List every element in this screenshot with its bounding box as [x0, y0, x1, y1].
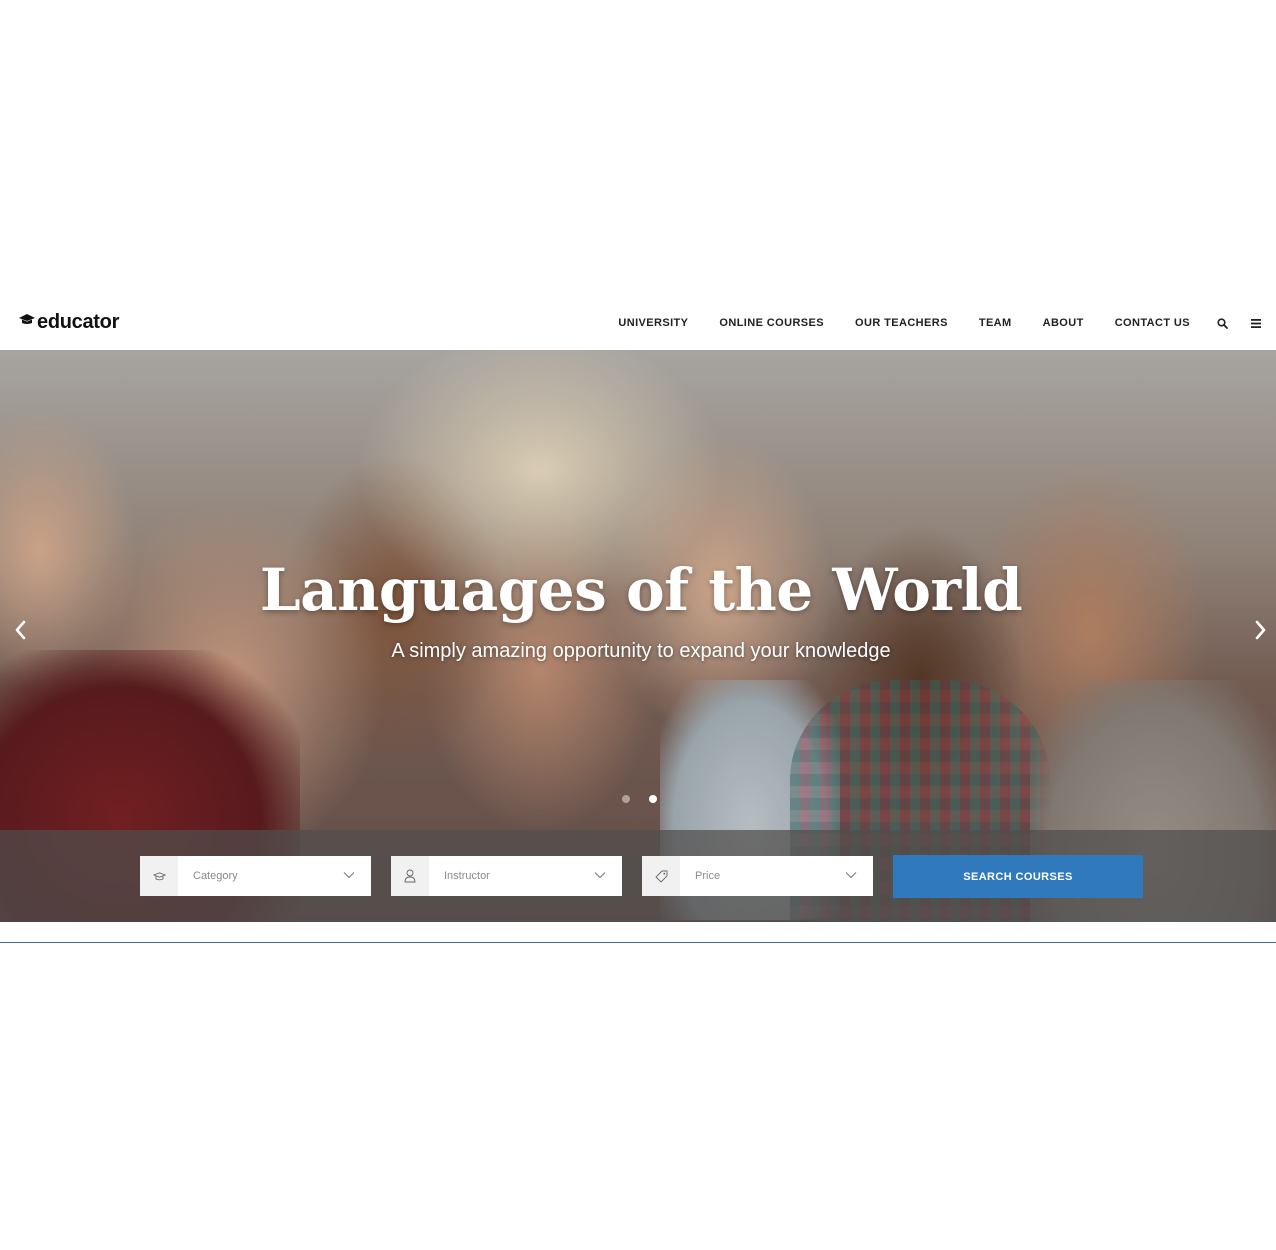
chevron-down-icon [845, 872, 857, 879]
page: educator UNIVERSITY ONLINE COURSES OUR T… [0, 0, 1276, 1250]
instructor-select-label: Instructor [444, 870, 490, 882]
chevron-down-icon [343, 872, 355, 879]
search-icon[interactable] [1216, 317, 1228, 329]
nav-item-team[interactable]: TEAM [979, 317, 1012, 329]
divider [0, 942, 1276, 943]
chevron-left-icon [15, 620, 26, 640]
menu-icon[interactable] [1250, 317, 1262, 329]
graduation-cap-logo-icon [19, 314, 35, 324]
search-courses-button[interactable]: SEARCH COURSES [893, 855, 1143, 898]
slider-prev-arrow[interactable] [10, 618, 30, 642]
chevron-right-icon [1255, 620, 1266, 640]
category-select-label: Category [193, 870, 238, 882]
nav-item-online-courses[interactable]: ONLINE COURSES [719, 317, 824, 329]
slider-dot-1[interactable] [622, 795, 630, 803]
price-select[interactable]: Price [642, 856, 873, 896]
hero-subtitle: A simply amazing opportunity to expand y… [391, 640, 891, 662]
nav-item-university[interactable]: UNIVERSITY [618, 317, 688, 329]
category-select[interactable]: Category [140, 856, 371, 896]
nav-item-contact-us[interactable]: CONTACT US [1115, 317, 1190, 329]
price-select-label: Price [695, 870, 721, 882]
graduation-cap-icon [140, 856, 178, 896]
slider-dot-2[interactable] [649, 795, 657, 803]
price-tag-icon [642, 856, 680, 896]
slider-next-arrow[interactable] [1251, 618, 1271, 642]
hero-title: Languages of the World [259, 556, 1023, 624]
nav-item-about[interactable]: ABOUT [1043, 317, 1084, 329]
logo-text: educator [37, 310, 120, 333]
slider-dots [622, 795, 676, 803]
chevron-down-icon [594, 872, 606, 879]
main-nav: UNIVERSITY ONLINE COURSES OUR TEACHERS T… [587, 296, 1262, 350]
instructor-select[interactable]: Instructor [391, 856, 622, 896]
user-icon [391, 856, 429, 896]
site-header: educator UNIVERSITY ONLINE COURSES OUR T… [0, 296, 1276, 350]
hero-slider: Languages of the World A simply amazing … [0, 350, 1276, 922]
nav-item-our-teachers[interactable]: OUR TEACHERS [855, 317, 948, 329]
course-search-bar: Category Instructor Price SEARCH COURSES [0, 830, 1276, 922]
logo[interactable]: educator [18, 309, 119, 335]
